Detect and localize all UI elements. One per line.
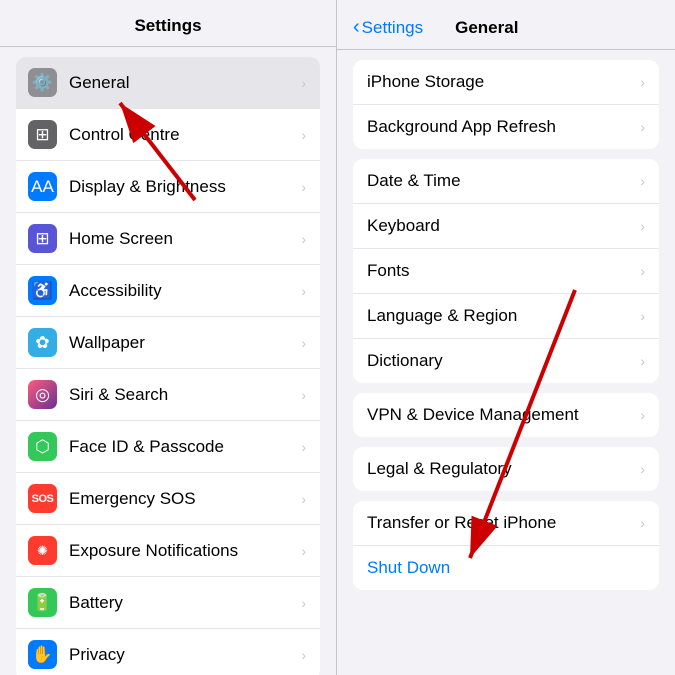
wallpaper-label: Wallpaper — [69, 333, 297, 353]
battery-icon: 🔋 — [28, 588, 57, 617]
right-group-4: Transfer or Reset iPhone› Shut Down — [353, 501, 659, 590]
right-item-legal[interactable]: Legal & Regulatory› — [353, 447, 659, 491]
shutdown-label: Shut Down — [367, 558, 645, 578]
left-header: Settings — [0, 0, 336, 47]
settings-item-battery[interactable]: 🔋 Battery› — [16, 577, 320, 629]
siri-label: Siri & Search — [69, 385, 297, 405]
settings-item-display[interactable]: AA Display & Brightness› — [16, 161, 320, 213]
settings-item-sos[interactable]: SOS Emergency SOS› — [16, 473, 320, 525]
display-icon: AA — [28, 172, 57, 201]
faceid-icon: ⬡ — [28, 432, 57, 461]
right-item-vpn[interactable]: VPN & Device Management› — [353, 393, 659, 437]
settings-item-home-screen[interactable]: ⊞ Home Screen› — [16, 213, 320, 265]
right-item-fonts[interactable]: Fonts› — [353, 249, 659, 294]
siri-icon: ◎ — [28, 380, 57, 409]
privacy-icon: ✋ — [28, 640, 57, 669]
keyboard-chevron-icon: › — [640, 218, 645, 234]
legal-chevron-icon: › — [640, 461, 645, 477]
vpn-chevron-icon: › — [640, 407, 645, 423]
language-label: Language & Region — [367, 306, 636, 326]
battery-chevron-icon: › — [301, 595, 306, 611]
left-group-0: ⚙️General›⊞Control Centre›AADisplay & Br… — [16, 57, 320, 675]
right-item-language[interactable]: Language & Region› — [353, 294, 659, 339]
general-label: General — [69, 73, 297, 93]
siri-chevron-icon: › — [301, 387, 306, 403]
wallpaper-chevron-icon: › — [301, 335, 306, 351]
settings-item-faceid[interactable]: ⬡ Face ID & Passcode› — [16, 421, 320, 473]
general-icon: ⚙️ — [28, 68, 57, 97]
dictionary-chevron-icon: › — [640, 353, 645, 369]
right-item-shutdown[interactable]: Shut Down — [353, 546, 659, 590]
privacy-label: Privacy — [69, 645, 297, 665]
vpn-label: VPN & Device Management — [367, 405, 636, 425]
exposure-chevron-icon: › — [301, 543, 306, 559]
faceid-chevron-icon: › — [301, 439, 306, 455]
date-time-chevron-icon: › — [640, 173, 645, 189]
accessibility-icon: ♿ — [28, 276, 57, 305]
settings-list: ⚙️General›⊞Control Centre›AADisplay & Br… — [0, 47, 336, 675]
home-screen-chevron-icon: › — [301, 231, 306, 247]
settings-item-exposure[interactable]: ✺ Exposure Notifications› — [16, 525, 320, 577]
control-centre-label: Control Centre — [69, 125, 297, 145]
iphone-storage-label: iPhone Storage — [367, 72, 636, 92]
settings-item-wallpaper[interactable]: ✿ Wallpaper› — [16, 317, 320, 369]
settings-item-privacy[interactable]: ✋ Privacy› — [16, 629, 320, 675]
right-panel: ‹ Settings General iPhone Storage›Backgr… — [337, 0, 675, 675]
back-button[interactable]: ‹ Settings — [353, 16, 423, 39]
right-list: iPhone Storage›Background App Refresh›Da… — [337, 50, 675, 675]
right-item-iphone-storage[interactable]: iPhone Storage› — [353, 60, 659, 105]
background-refresh-chevron-icon: › — [640, 119, 645, 135]
right-item-keyboard[interactable]: Keyboard› — [353, 204, 659, 249]
right-item-transfer[interactable]: Transfer or Reset iPhone› — [353, 501, 659, 546]
dictionary-label: Dictionary — [367, 351, 636, 371]
right-group-1: Date & Time›Keyboard›Fonts›Language & Re… — [353, 159, 659, 383]
transfer-label: Transfer or Reset iPhone — [367, 513, 636, 533]
settings-item-siri[interactable]: ◎ Siri & Search› — [16, 369, 320, 421]
faceid-label: Face ID & Passcode — [69, 437, 297, 457]
display-chevron-icon: › — [301, 179, 306, 195]
left-panel: Settings ⚙️General›⊞Control Centre›AADis… — [0, 0, 337, 675]
exposure-label: Exposure Notifications — [69, 541, 297, 561]
right-item-background-refresh[interactable]: Background App Refresh› — [353, 105, 659, 149]
sos-label: Emergency SOS — [69, 489, 297, 509]
back-label: Settings — [362, 18, 423, 38]
right-item-date-time[interactable]: Date & Time› — [353, 159, 659, 204]
right-group-2: VPN & Device Management› — [353, 393, 659, 437]
accessibility-label: Accessibility — [69, 281, 297, 301]
control-centre-icon: ⊞ — [28, 120, 57, 149]
sos-chevron-icon: › — [301, 491, 306, 507]
settings-item-control-centre[interactable]: ⊞ Control Centre› — [16, 109, 320, 161]
transfer-chevron-icon: › — [640, 515, 645, 531]
accessibility-chevron-icon: › — [301, 283, 306, 299]
display-label: Display & Brightness — [69, 177, 297, 197]
right-header: ‹ Settings General — [337, 0, 675, 50]
home-screen-label: Home Screen — [69, 229, 297, 249]
iphone-storage-chevron-icon: › — [640, 74, 645, 90]
right-title: General — [455, 18, 518, 38]
exposure-icon: ✺ — [28, 536, 57, 565]
settings-item-accessibility[interactable]: ♿ Accessibility› — [16, 265, 320, 317]
fonts-chevron-icon: › — [640, 263, 645, 279]
home-screen-icon: ⊞ — [28, 224, 57, 253]
background-refresh-label: Background App Refresh — [367, 117, 636, 137]
right-item-dictionary[interactable]: Dictionary› — [353, 339, 659, 383]
settings-item-general[interactable]: ⚙️ General› — [16, 57, 320, 109]
control-centre-chevron-icon: › — [301, 127, 306, 143]
right-group-0: iPhone Storage›Background App Refresh› — [353, 60, 659, 149]
date-time-label: Date & Time — [367, 171, 636, 191]
legal-label: Legal & Regulatory — [367, 459, 636, 479]
general-chevron-icon: › — [301, 75, 306, 91]
privacy-chevron-icon: › — [301, 647, 306, 663]
language-chevron-icon: › — [640, 308, 645, 324]
fonts-label: Fonts — [367, 261, 636, 281]
back-chevron-icon: ‹ — [353, 16, 360, 39]
sos-icon: SOS — [28, 484, 57, 513]
wallpaper-icon: ✿ — [28, 328, 57, 357]
battery-label: Battery — [69, 593, 297, 613]
right-group-3: Legal & Regulatory› — [353, 447, 659, 491]
keyboard-label: Keyboard — [367, 216, 636, 236]
